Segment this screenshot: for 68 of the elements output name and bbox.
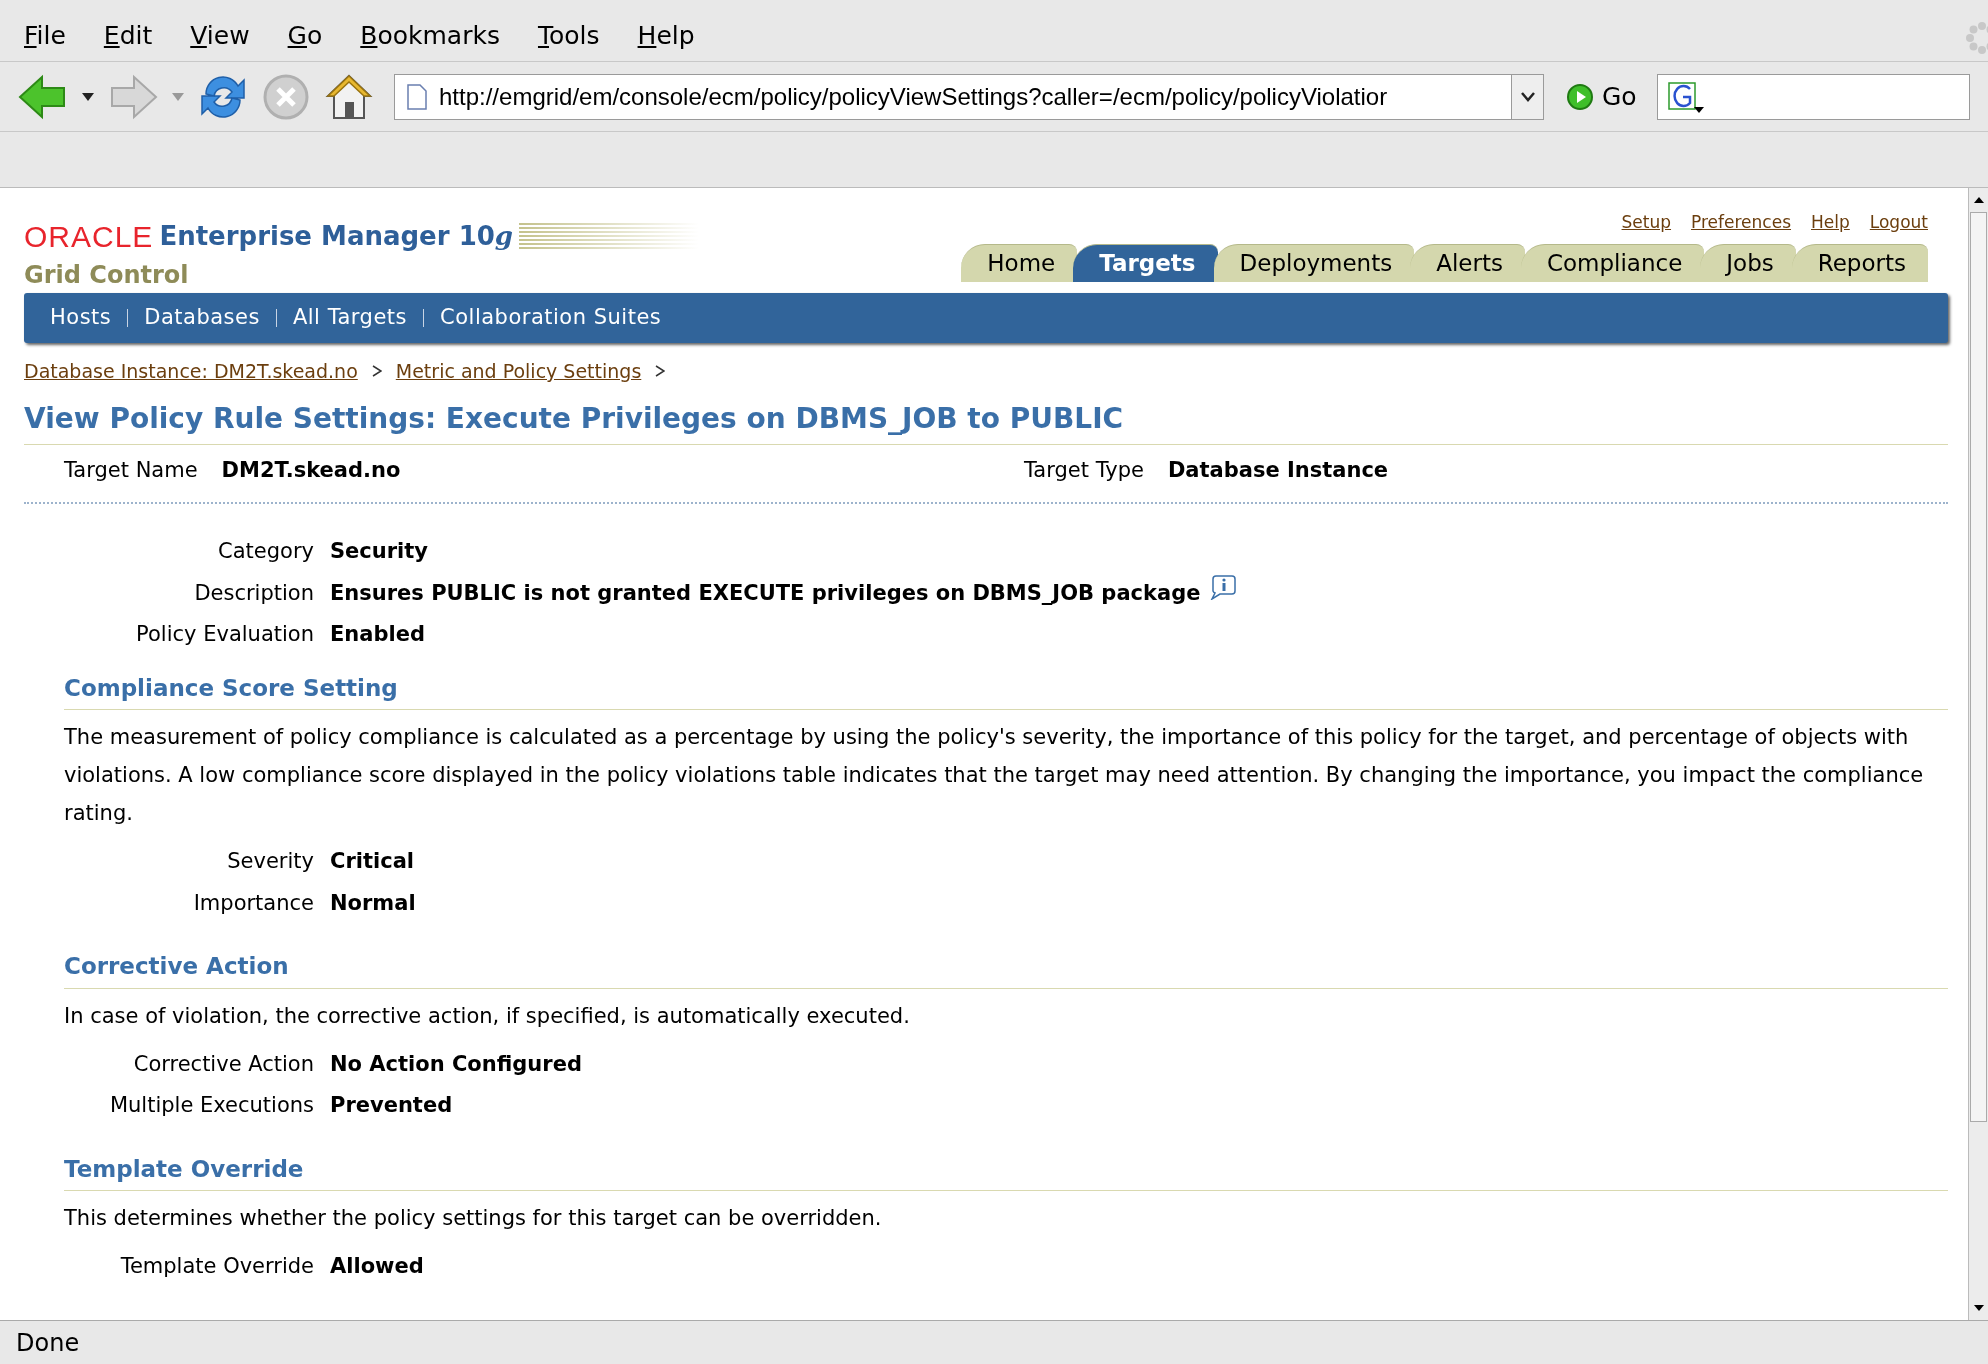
- subtab-link[interactable]: Collaboration Suites: [440, 302, 662, 334]
- menu-item[interactable]: File: [16, 16, 74, 55]
- page-title: View Policy Rule Settings: Execute Privileges on DBMS_JOB to PUBLIC: [24, 397, 1948, 445]
- nav-tab[interactable]: Alerts: [1410, 243, 1525, 282]
- breadcrumb-link[interactable]: Metric and Policy Settings: [395, 357, 642, 386]
- field-value: No Action Configured: [330, 1050, 582, 1078]
- breadcrumb-link[interactable]: Database Instance: DM2T.skead.no: [24, 357, 358, 386]
- section-heading: Template Override: [64, 1151, 1948, 1191]
- field-value: Enabled: [330, 621, 425, 648]
- global-link[interactable]: Help: [1811, 210, 1850, 236]
- status-text: Done: [16, 1327, 80, 1359]
- subtab-link[interactable]: All Targets: [292, 302, 408, 334]
- field-label: Importance: [192, 889, 314, 917]
- section-heading: Corrective Action: [64, 949, 1948, 989]
- field-label: Category: [217, 538, 314, 565]
- play-icon: [1566, 82, 1594, 111]
- field-label: Description: [193, 579, 314, 607]
- nav-tab[interactable]: Home: [961, 243, 1078, 282]
- field-value: Normal: [330, 889, 416, 917]
- product-subtitle: Grid Control: [24, 260, 190, 291]
- field-label: Policy Evaluation: [135, 621, 314, 648]
- field-value: Allowed: [330, 1253, 424, 1280]
- field-label: Target Type: [1024, 456, 1144, 484]
- menu-item[interactable]: Go: [279, 16, 331, 55]
- back-arrow-icon[interactable]: [18, 72, 68, 121]
- info-icon[interactable]: [1208, 574, 1237, 601]
- go-button[interactable]: Go: [1566, 77, 1637, 116]
- global-link[interactable]: Setup: [1621, 210, 1672, 236]
- field-value: Ensures PUBLIC is not granted EXECUTE privileges on DBMS_JOB package: [330, 579, 1201, 607]
- field-label: Severity: [226, 848, 314, 875]
- field-label: Template Override: [119, 1253, 314, 1280]
- global-link[interactable]: Preferences: [1691, 210, 1791, 236]
- dropdown-caret-icon[interactable]: [82, 92, 94, 101]
- nav-tab[interactable]: Jobs: [1700, 243, 1796, 282]
- field-value: Database Instance: [1167, 456, 1389, 484]
- section-description: The measurement of policy compliance is calculated as a percentage by using the policy's severity, the importance of this policy for the target, and percentage of objects with violations. A low compliance score displayed in the policy violations table indicates that the target may need attention. By changing the importance, you impact the compliance rating.: [64, 724, 1925, 827]
- chevron-down-icon: [1520, 91, 1535, 102]
- address-field[interactable]: http://emgrid/em/console/ecm/policy/policyViewSettings?caller=/ecm/policy/policyViolatior: [394, 73, 1544, 120]
- nav-tab[interactable]: Compliance: [1520, 243, 1705, 282]
- page-icon: [407, 83, 427, 110]
- nav-tab[interactable]: Reports: [1791, 243, 1928, 282]
- section-description: This determines whether the policy settings for this target can be overridden.: [64, 1205, 883, 1232]
- menu-item[interactable]: View: [182, 16, 258, 55]
- field-value: Prevented: [330, 1092, 453, 1119]
- subtab-link[interactable]: Hosts: [50, 302, 112, 334]
- search-engine-icon: [1667, 80, 1704, 113]
- dropdown-button[interactable]: [1511, 74, 1543, 119]
- chevron-right-icon: [655, 365, 666, 378]
- menu-item[interactable]: Help: [629, 16, 703, 55]
- field-label: Corrective Action: [132, 1050, 314, 1078]
- oracle-logo: ORACLE: [24, 219, 154, 255]
- field-value: Security: [330, 538, 429, 565]
- menu-item[interactable]: Edit: [95, 16, 161, 55]
- field-value: DM2T.skead.no: [221, 456, 401, 484]
- nav-tab[interactable]: Targets: [1073, 243, 1218, 282]
- menu-item[interactable]: Bookmarks: [352, 16, 508, 55]
- field-label: Target Name: [64, 456, 198, 484]
- subtab-link[interactable]: Databases: [144, 302, 260, 334]
- product-name: Enterprise Manager 10g: [159, 220, 513, 253]
- search-field[interactable]: [1656, 73, 1970, 120]
- field-value: Critical: [330, 848, 415, 875]
- nav-tab[interactable]: Deployments: [1213, 243, 1415, 282]
- global-link[interactable]: Logout: [1869, 210, 1928, 236]
- section-heading: Compliance Score Setting: [64, 670, 1948, 710]
- chevron-right-icon: [371, 365, 382, 378]
- menu-item[interactable]: Tools: [529, 16, 608, 55]
- section-description: In case of violation, the corrective action, if specified, is automatically executed.: [64, 1002, 911, 1030]
- field-label: Multiple Executions: [108, 1092, 314, 1119]
